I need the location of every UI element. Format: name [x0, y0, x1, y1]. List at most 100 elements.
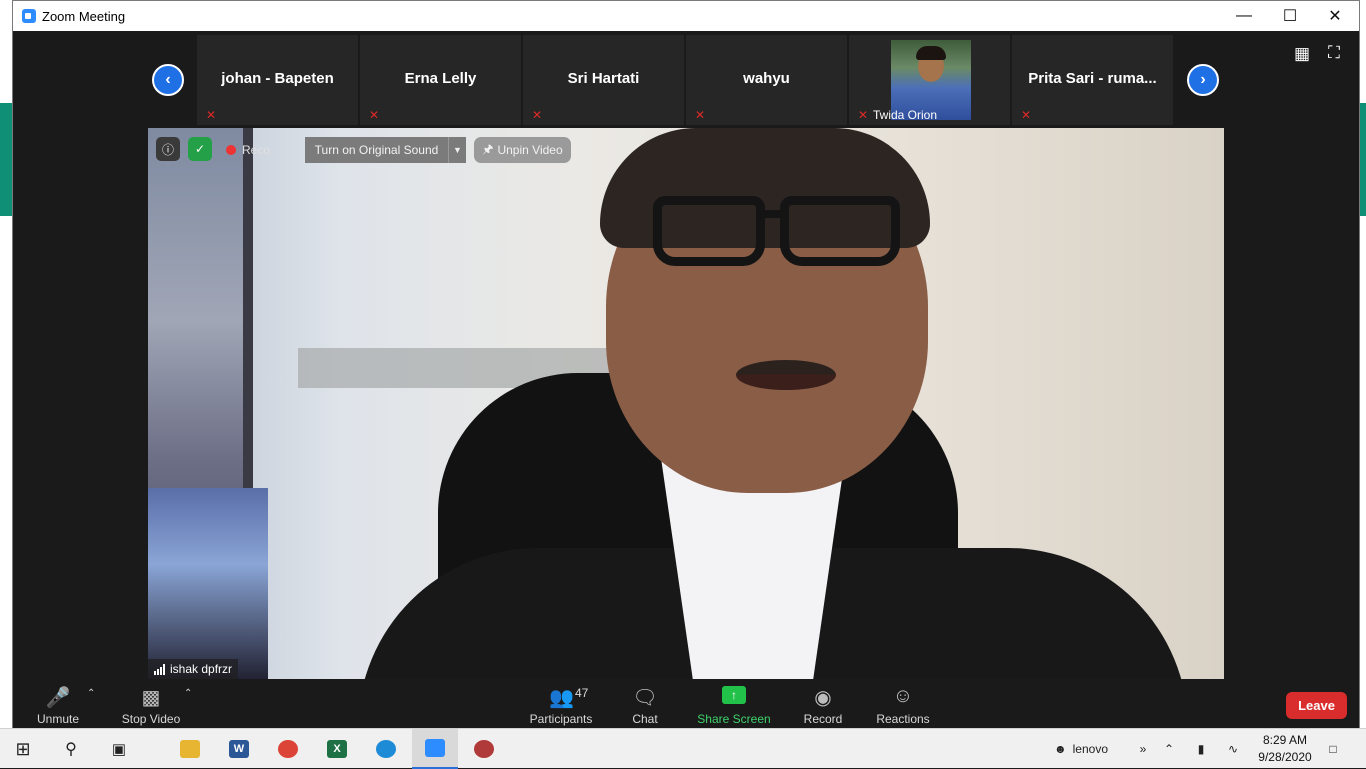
participant-tile[interactable]: wahyu ✕ — [686, 35, 847, 125]
chevron-up-icon: ⌃ — [1163, 742, 1175, 756]
battery-icon: ▮ — [1197, 742, 1205, 756]
participant-name: johan - Bapeten — [221, 70, 334, 87]
strip-next-button[interactable]: › — [1187, 64, 1219, 96]
desktop-accent — [0, 103, 12, 216]
windows-taskbar: ⊞ ⚲ ▣ W X ☻ lenovo » ⌃ ▮ ∿ 8:29 AM 9/28/… — [0, 728, 1366, 769]
record-label: Record — [803, 712, 843, 726]
participant-tile[interactable]: Sri Hartati ✕ — [523, 35, 684, 125]
battery-button[interactable]: ▮ — [1190, 729, 1212, 769]
unpin-video-button[interactable]: 🖈 Unpin Video — [474, 137, 571, 163]
tray-expand-button[interactable]: » — [1134, 729, 1152, 769]
taskbar-chrome[interactable] — [265, 729, 311, 769]
edge-icon — [376, 740, 396, 758]
zoom-app-icon — [22, 9, 36, 23]
participant-tile[interactable]: Prita Sari - ruma... ✕ — [1012, 35, 1173, 125]
participant-tile[interactable]: johan - Bapeten ✕ — [197, 35, 358, 125]
user-tray[interactable]: ☻ lenovo — [1046, 729, 1116, 769]
taskbar-word[interactable]: W — [216, 729, 262, 769]
speaker-name: ishak dpfrzr — [170, 662, 233, 676]
user-icon: ☻ — [1053, 742, 1067, 756]
unpin-label: Unpin Video — [497, 143, 563, 157]
participants-icon: 👥 — [549, 687, 574, 709]
fullscreen-icon[interactable]: ⛶ — [1328, 43, 1340, 63]
app-icon — [474, 740, 494, 758]
muted-mic-icon: ✕ — [695, 108, 706, 122]
taskbar-edge[interactable] — [363, 729, 409, 769]
close-icon: ✕ — [1328, 8, 1342, 25]
participant-tile[interactable]: Erna Lelly ✕ — [360, 35, 521, 125]
reactions-button[interactable]: ☺ Reactions — [875, 680, 931, 728]
chevron-right-icon: › — [1200, 71, 1206, 88]
network-button[interactable]: ∿ — [1222, 729, 1244, 769]
folder-icon — [180, 740, 200, 758]
muted-mic-icon: ✕ — [206, 108, 217, 122]
participant-name: Twida Orion — [873, 108, 938, 122]
participant-strip: ‹ johan - Bapeten ✕ Erna Lelly ✕ Sri Har… — [13, 32, 1359, 126]
original-sound-button[interactable]: Turn on Original Sound — [305, 137, 448, 163]
encryption-button[interactable]: ✓ — [188, 137, 212, 161]
recording-indicator: Reco — [226, 137, 270, 163]
record-icon: ◉ — [814, 687, 832, 709]
clock-date: 9/28/2020 — [1258, 750, 1312, 764]
participant-name: Prita Sari - ruma... — [1028, 70, 1157, 87]
user-label: lenovo — [1072, 742, 1108, 756]
window-title: Zoom Meeting — [42, 9, 126, 24]
meeting-info-button[interactable]: ⓘ — [156, 137, 180, 161]
taskbar-zoom[interactable] — [412, 729, 458, 769]
close-button[interactable]: ✕ — [1312, 1, 1358, 31]
muted-mic-icon: 🎤 — [45, 687, 71, 709]
unmute-button[interactable]: 🎤 Unmute — [33, 680, 83, 728]
windows-logo-icon: ⊞ — [15, 738, 31, 759]
participant-name: Erna Lelly — [404, 70, 477, 87]
muted-mic-icon: ✕ — [1021, 108, 1032, 122]
participant-hair — [916, 46, 946, 60]
chat-icon: 🗨 — [632, 687, 658, 709]
chat-label: Chat — [632, 712, 658, 726]
original-sound-dropdown[interactable]: ▼ — [448, 137, 466, 163]
zoom-icon — [425, 739, 445, 757]
desktop-right-edge — [1360, 0, 1366, 728]
start-button[interactable]: ⊞ — [0, 729, 46, 769]
unmute-label: Unmute — [36, 712, 80, 726]
hidden-icons-button[interactable]: ⌃ — [1158, 729, 1180, 769]
active-speaker-video: ⓘ ✓ Reco Turn on Original Sound ▼ 🖈 Unpi… — [148, 128, 1224, 679]
taskbar-excel[interactable]: X — [314, 729, 360, 769]
gallery-view-icon[interactable]: ▦ — [1294, 44, 1310, 64]
pin-icon: 🖈 — [482, 141, 494, 156]
clock-time: 8:29 AM — [1262, 733, 1308, 747]
shield-icon: ✓ — [194, 142, 206, 156]
muted-mic-icon: ✕ — [532, 108, 543, 122]
participant-tile[interactable]: ✕ Twida Orion — [849, 35, 1010, 125]
participants-button[interactable]: 👥 47 Participants — [527, 680, 595, 728]
title-bar: Zoom Meeting — ☐ ✕ — [13, 1, 1359, 31]
strip-prev-button[interactable]: ‹ — [152, 64, 184, 96]
chat-button[interactable]: 🗨 Chat — [625, 680, 665, 728]
video-options-caret[interactable]: ⌃ — [184, 688, 192, 699]
smiley-icon: ☺ — [892, 685, 914, 707]
leave-button[interactable]: Leave — [1286, 692, 1347, 719]
desktop-accent — [1360, 103, 1366, 216]
taskbar-clock[interactable]: 8:29 AM 9/28/2020 — [1245, 732, 1325, 766]
chrome-icon — [278, 740, 298, 758]
record-button[interactable]: ◉ Record — [801, 680, 845, 728]
search-button[interactable]: ⚲ — [48, 729, 94, 769]
video-background-shelf — [148, 488, 268, 679]
video-background-pole — [243, 128, 253, 548]
share-screen-button[interactable]: ↑ Share Screen — [697, 680, 771, 728]
zoom-window: Zoom Meeting — ☐ ✕ ‹ johan - Bapeten ✕ E… — [12, 0, 1360, 728]
taskbar-file-explorer[interactable] — [167, 729, 213, 769]
notifications-button[interactable]: □ — [1320, 729, 1346, 769]
stop-video-button[interactable]: ▩ Stop Video — [119, 680, 183, 728]
desktop-left-edge — [0, 0, 12, 728]
minimize-button[interactable]: — — [1221, 1, 1267, 31]
task-view-icon: ▣ — [111, 741, 127, 758]
audio-options-caret[interactable]: ⌃ — [87, 688, 95, 699]
participants-count: 47 — [575, 686, 589, 700]
share-screen-icon: ↑ — [722, 686, 746, 704]
video-glasses — [780, 196, 900, 266]
meeting-toolbar: 🎤 Unmute ⌃ ▩ Stop Video ⌃ 👥 47 Participa… — [13, 680, 1359, 728]
taskbar-app[interactable] — [461, 729, 507, 769]
info-icon: ⓘ — [161, 142, 174, 157]
task-view-button[interactable]: ▣ — [96, 729, 142, 769]
maximize-button[interactable]: ☐ — [1267, 1, 1313, 31]
